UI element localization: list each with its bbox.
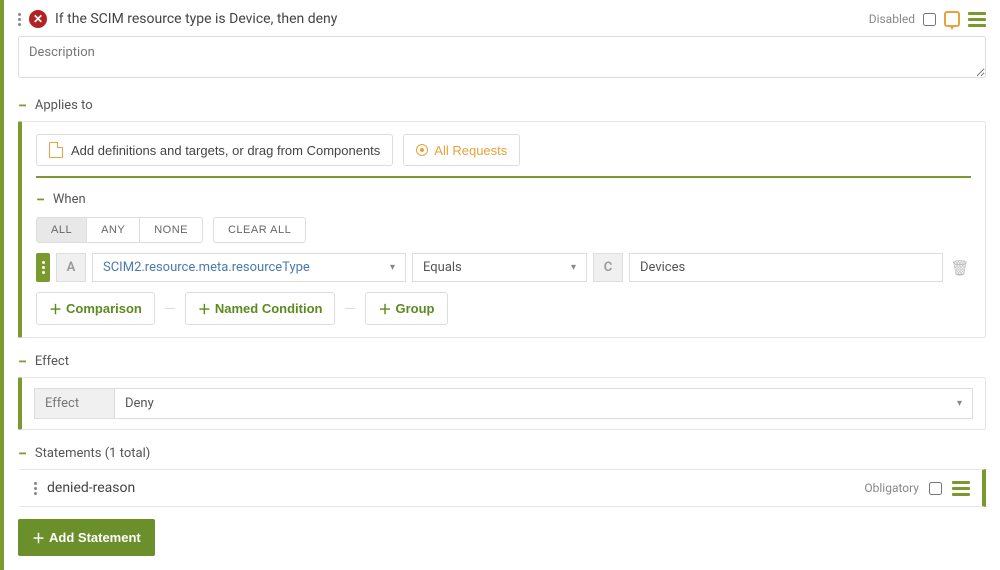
clear-all-button[interactable]: CLEAR ALL: [213, 217, 306, 243]
constant-badge: C: [593, 253, 623, 282]
document-icon: [49, 142, 63, 158]
value-text: Devices: [640, 260, 685, 275]
add-named-label: Named Condition: [215, 301, 323, 316]
logic-all-button[interactable]: ALL: [36, 217, 87, 243]
add-statement-label: Add Statement: [49, 530, 141, 545]
comment-icon[interactable]: [944, 11, 960, 27]
deny-icon: ✕: [29, 10, 47, 28]
applies-panel: Add definitions and targets, or drag fro…: [18, 121, 986, 338]
rule-title: If the SCIM resource type is Device, the…: [55, 11, 861, 27]
description-input[interactable]: [18, 36, 986, 78]
logic-any-button[interactable]: ANY: [87, 217, 140, 243]
statement-menu-icon[interactable]: [952, 481, 970, 496]
statement-panel: denied-reason Obligatory: [18, 469, 986, 507]
effect-panel: Effect Deny ▾: [18, 377, 986, 430]
rule-drag-handle[interactable]: [18, 13, 21, 26]
section-title-applies: Applies to: [35, 98, 93, 113]
section-title-when: When: [53, 192, 86, 207]
add-definitions-label: Add definitions and targets, or drag fro…: [71, 143, 380, 158]
target-icon: [416, 144, 428, 156]
caret-down-icon: ▾: [390, 262, 395, 273]
divider: [36, 176, 971, 178]
collapse-toggle-when[interactable]: −: [36, 190, 45, 209]
add-group-label: Group: [396, 301, 435, 316]
add-named-condition-button[interactable]: ＋Named Condition: [185, 292, 336, 325]
statement-drag-handle[interactable]: [34, 482, 37, 495]
effect-select[interactable]: Deny ▾: [114, 388, 973, 419]
attribute-badge: A: [56, 253, 86, 282]
statement-name: denied-reason: [47, 480, 854, 496]
add-comparison-label: Comparison: [66, 301, 142, 316]
delete-condition-icon[interactable]: 🗑: [949, 253, 971, 282]
add-statement-button[interactable]: ＋Add Statement: [18, 519, 155, 556]
all-requests-label: All Requests: [434, 143, 507, 158]
effect-value: Deny: [125, 396, 154, 411]
collapse-toggle-effect[interactable]: −: [18, 352, 27, 371]
effect-field-label: Effect: [34, 388, 114, 419]
caret-down-icon: ▾: [571, 262, 576, 273]
obligatory-checkbox[interactable]: [929, 482, 942, 495]
operator-value: Equals: [423, 260, 462, 275]
connector-line: [165, 308, 175, 309]
obligatory-label: Obligatory: [864, 481, 919, 495]
add-group-button[interactable]: ＋Group: [365, 292, 447, 325]
condition-drag-handle[interactable]: [36, 253, 50, 282]
section-title-statements: Statements (1 total): [35, 446, 150, 461]
rule-menu-icon[interactable]: [968, 12, 986, 27]
disabled-label: Disabled: [869, 12, 915, 26]
section-title-effect: Effect: [35, 354, 69, 369]
value-input[interactable]: Devices: [629, 253, 943, 282]
connector-line: [345, 308, 355, 309]
caret-down-icon: ▾: [957, 398, 962, 409]
all-requests-button[interactable]: All Requests: [403, 134, 520, 166]
add-definitions-button[interactable]: Add definitions and targets, or drag fro…: [36, 134, 393, 166]
attribute-value: SCIM2.resource.meta.resourceType: [103, 260, 310, 275]
add-comparison-button[interactable]: ＋Comparison: [36, 292, 155, 325]
collapse-toggle-statements[interactable]: −: [18, 444, 27, 463]
logic-none-button[interactable]: NONE: [140, 217, 203, 243]
logic-operator-group: ALL ANY NONE: [36, 217, 203, 243]
attribute-select[interactable]: SCIM2.resource.meta.resourceType ▾: [92, 253, 406, 282]
disabled-checkbox[interactable]: [923, 13, 936, 26]
collapse-toggle-applies[interactable]: −: [18, 96, 27, 115]
operator-select[interactable]: Equals ▾: [412, 253, 587, 282]
